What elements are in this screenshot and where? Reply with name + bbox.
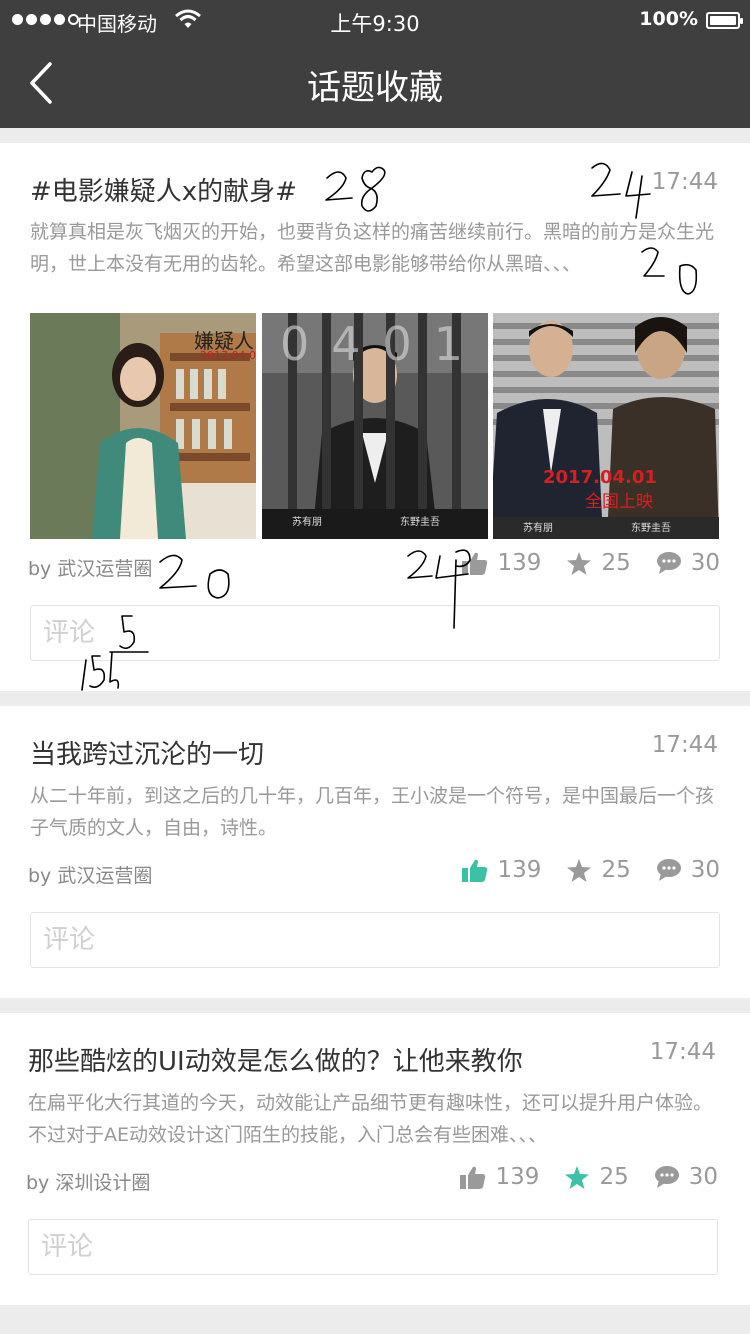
like-button[interactable]: 139 bbox=[461, 550, 542, 576]
topic-description: 从二十年前，到这之后的几十年，几百年，王小波是一个符号，是中国最后一个孩子气质的… bbox=[30, 785, 715, 839]
comments-button[interactable]: 30 bbox=[654, 1164, 718, 1190]
comment-input[interactable]: 评论 bbox=[30, 912, 720, 968]
star-icon bbox=[567, 551, 592, 575]
poster-credit: 苏有朋 bbox=[292, 517, 322, 528]
comment-icon bbox=[656, 552, 681, 574]
topic-stats: 139 25 30 bbox=[434, 1164, 718, 1190]
comment-input[interactable]: 评论 bbox=[28, 1219, 718, 1275]
topic-time: 17:44 bbox=[651, 169, 718, 195]
star-count: 25 bbox=[601, 550, 631, 576]
thumbs-up-icon bbox=[461, 859, 487, 882]
author-byline[interactable]: by 武汉运营圈 bbox=[28, 861, 152, 888]
poster-date: 2017.04.01 bbox=[543, 467, 657, 488]
topic-description: 在扁平化大行其道的今天，动效能让产品细节更有趣味性，还可以提升用户体验。不过对于… bbox=[28, 1092, 713, 1146]
topic-card[interactable]: 那些酷炫的UI动效是怎么做的？让他来教你 17:44 在扁平化大行其道的今天，动… bbox=[0, 1013, 750, 1305]
comment-icon bbox=[656, 859, 681, 881]
movie-poster-image[interactable]: 0401 苏有朋 东野圭吾 bbox=[262, 313, 488, 539]
battery-icon bbox=[706, 12, 743, 29]
thumbs-up-icon bbox=[461, 552, 487, 575]
poster-number: 0401 bbox=[280, 317, 486, 371]
star-icon bbox=[567, 858, 592, 882]
topic-stats: 139 25 30 bbox=[436, 857, 720, 883]
comment-icon bbox=[654, 1166, 679, 1188]
poster-credit: 东野圭吾 bbox=[400, 517, 440, 528]
comment-input[interactable]: 评论 bbox=[30, 605, 720, 661]
poster-subtitle: 全国上映 bbox=[585, 492, 653, 512]
favorite-button[interactable]: 25 bbox=[567, 857, 631, 883]
page-title: 话题收藏 bbox=[307, 68, 443, 108]
status-time: 上午9:30 bbox=[330, 12, 420, 36]
topic-time: 17:44 bbox=[651, 732, 718, 758]
topic-description: 就算真相是灰飞烟灭的开始，也要背负这样的痛苦继续前行。黑暗的前方是众生光明，世上… bbox=[30, 221, 715, 275]
topic-card[interactable]: #电影嫌疑人x的献身# 17:44 就算真相是灰飞烟灭的开始，也要背负这样的痛苦… bbox=[0, 143, 750, 691]
movie-poster-image[interactable]: 嫌疑人 2017.04.0 bbox=[30, 313, 256, 539]
topic-title[interactable]: 当我跨过沉沦的一切 bbox=[30, 734, 264, 771]
topic-stats: 139 25 30 bbox=[436, 550, 720, 576]
comment-count: 30 bbox=[688, 1164, 718, 1190]
favorite-button[interactable]: 25 bbox=[565, 1164, 629, 1190]
like-count: 139 bbox=[495, 1164, 540, 1190]
status-bar: 中国移动 上午9:30 100% bbox=[0, 0, 750, 40]
like-count: 139 bbox=[497, 857, 542, 883]
star-count: 25 bbox=[601, 857, 631, 883]
topic-time: 17:44 bbox=[649, 1039, 716, 1065]
author-byline[interactable]: by 武汉运营圈 bbox=[28, 554, 152, 581]
navigation-bar: 中国移动 上午9:30 100% 话题收藏 bbox=[0, 0, 750, 128]
comments-button[interactable]: 30 bbox=[656, 857, 720, 883]
star-icon bbox=[565, 1165, 590, 1189]
poster-date: 2017.04.0 bbox=[200, 349, 256, 362]
like-button[interactable]: 139 bbox=[461, 857, 542, 883]
movie-poster-image[interactable]: 2017.04.01 全国上映 苏有朋 东野圭吾 bbox=[493, 313, 719, 539]
poster-credit: 东野圭吾 bbox=[631, 523, 671, 534]
like-button[interactable]: 139 bbox=[459, 1164, 540, 1190]
topic-card[interactable]: 当我跨过沉沦的一切 17:44 从二十年前，到这之后的几十年，几百年，王小波是一… bbox=[0, 706, 750, 998]
like-count: 139 bbox=[497, 550, 542, 576]
topic-title[interactable]: 那些酷炫的UI动效是怎么做的？让他来教你 bbox=[28, 1041, 523, 1078]
battery-percent: 100% bbox=[639, 8, 698, 30]
thumbs-up-icon bbox=[459, 1166, 485, 1189]
comment-count: 30 bbox=[690, 550, 720, 576]
topic-title[interactable]: #电影嫌疑人x的献身# bbox=[30, 171, 297, 208]
comment-count: 30 bbox=[690, 857, 720, 883]
author-byline[interactable]: by 深圳设计圈 bbox=[26, 1168, 150, 1195]
star-count: 25 bbox=[599, 1164, 629, 1190]
favorite-button[interactable]: 25 bbox=[567, 550, 631, 576]
comments-button[interactable]: 30 bbox=[656, 550, 720, 576]
poster-credit: 苏有朋 bbox=[523, 523, 553, 534]
